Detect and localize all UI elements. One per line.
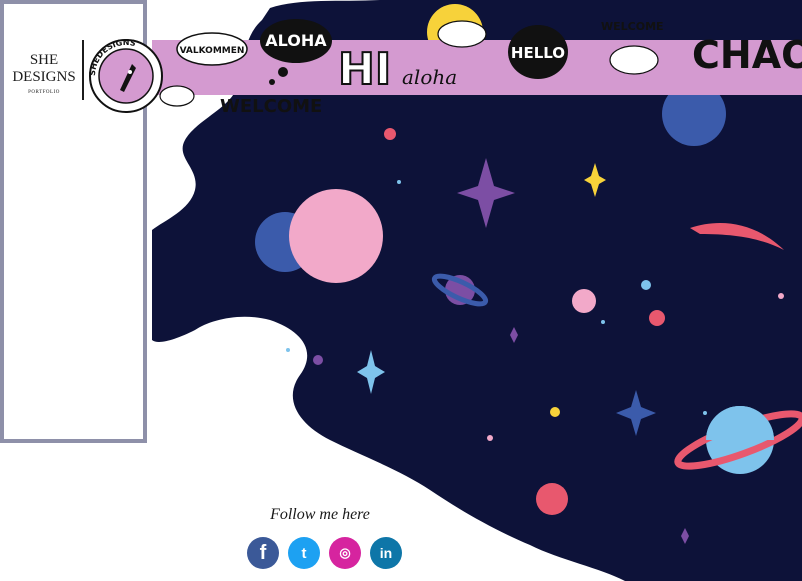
- yellow-dot: [550, 407, 560, 417]
- greeting-welcome-bottom: WELCOME: [220, 96, 322, 117]
- red-dot-top: [384, 128, 396, 140]
- pink-planet-large: [289, 189, 383, 283]
- brand-subtitle: PORTFOLIO: [28, 90, 60, 95]
- greeting-hi: HI: [338, 44, 391, 95]
- cloud-moon: [437, 20, 487, 48]
- blue-dot-small: [397, 180, 401, 184]
- pink-orb: [572, 289, 596, 313]
- greeting-hello: HELLO: [511, 44, 565, 62]
- aloha-bubble-tail-2: [269, 79, 275, 85]
- greeting-aloha: ALOHA: [265, 31, 327, 50]
- blue-dot-small-2: [703, 411, 707, 415]
- pink-dot: [487, 435, 493, 441]
- blue-dot-small-4: [601, 320, 605, 324]
- coral-dot: [649, 310, 665, 326]
- social-links: f t ◎ in: [247, 537, 402, 571]
- greeting-aloha-script: aloha: [402, 65, 457, 89]
- instagram-icon[interactable]: ◎: [329, 537, 361, 569]
- linkedin-icon[interactable]: in: [370, 537, 402, 569]
- facebook-icon[interactable]: f: [247, 537, 279, 569]
- pink-dot-2: [778, 293, 784, 299]
- blue-dot-small-3: [286, 348, 290, 352]
- purple-dot: [313, 355, 323, 365]
- cloud-right: [609, 45, 659, 75]
- she-designs-logo[interactable]: SHEDESIGNS: [88, 38, 164, 114]
- brand-divider: [82, 40, 84, 100]
- coral-orb: [536, 483, 568, 515]
- brand-name: SHE DESIGNS: [12, 52, 76, 85]
- aloha-bubble-tail: [278, 67, 288, 77]
- cloud-left: [159, 85, 195, 107]
- light-blue-dot: [641, 280, 651, 290]
- brand-block: SHE DESIGNS PORTFOLIO: [6, 52, 82, 95]
- greeting-chao: CHAO: [692, 33, 802, 77]
- greeting-welcome-top: WELCOME: [601, 20, 664, 33]
- twitter-icon[interactable]: t: [288, 537, 320, 569]
- greeting-valkommen: VALKOMMEN: [180, 46, 245, 56]
- follow-label: Follow me here: [270, 506, 370, 523]
